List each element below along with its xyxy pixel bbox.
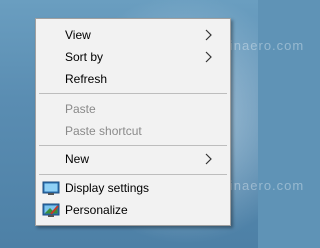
desktop-context-menu: View Sort by Refresh Paste Paste shortcu… bbox=[35, 18, 231, 226]
monitor-icon bbox=[42, 181, 60, 195]
menu-separator bbox=[39, 93, 227, 94]
menu-item-paste-label: Paste bbox=[65, 102, 96, 116]
menu-item-paste-shortcut: Paste shortcut bbox=[36, 120, 230, 142]
menu-item-display-settings-label: Display settings bbox=[65, 181, 150, 195]
menu-separator bbox=[39, 174, 227, 175]
chevron-right-icon bbox=[205, 51, 212, 63]
menu-item-new[interactable]: New bbox=[36, 148, 230, 170]
menu-item-sort-by[interactable]: Sort by bbox=[36, 46, 230, 68]
menu-item-paste-shortcut-label: Paste shortcut bbox=[65, 124, 142, 138]
menu-item-refresh[interactable]: Refresh bbox=[36, 68, 230, 90]
chevron-right-icon bbox=[205, 153, 212, 165]
menu-item-personalize[interactable]: Personalize bbox=[36, 199, 230, 221]
menu-item-new-label: New bbox=[65, 152, 90, 166]
menu-item-personalize-label: Personalize bbox=[65, 203, 128, 217]
menu-separator bbox=[39, 145, 227, 146]
chevron-right-icon bbox=[205, 29, 212, 41]
menu-item-sort-by-label: Sort by bbox=[65, 50, 104, 64]
personalize-icon bbox=[42, 203, 60, 217]
menu-item-refresh-label: Refresh bbox=[65, 72, 108, 86]
menu-item-view[interactable]: View bbox=[36, 24, 230, 46]
menu-item-display-settings[interactable]: Display settings bbox=[36, 177, 230, 199]
menu-item-view-label: View bbox=[65, 28, 91, 42]
menu-item-paste: Paste bbox=[36, 98, 230, 120]
